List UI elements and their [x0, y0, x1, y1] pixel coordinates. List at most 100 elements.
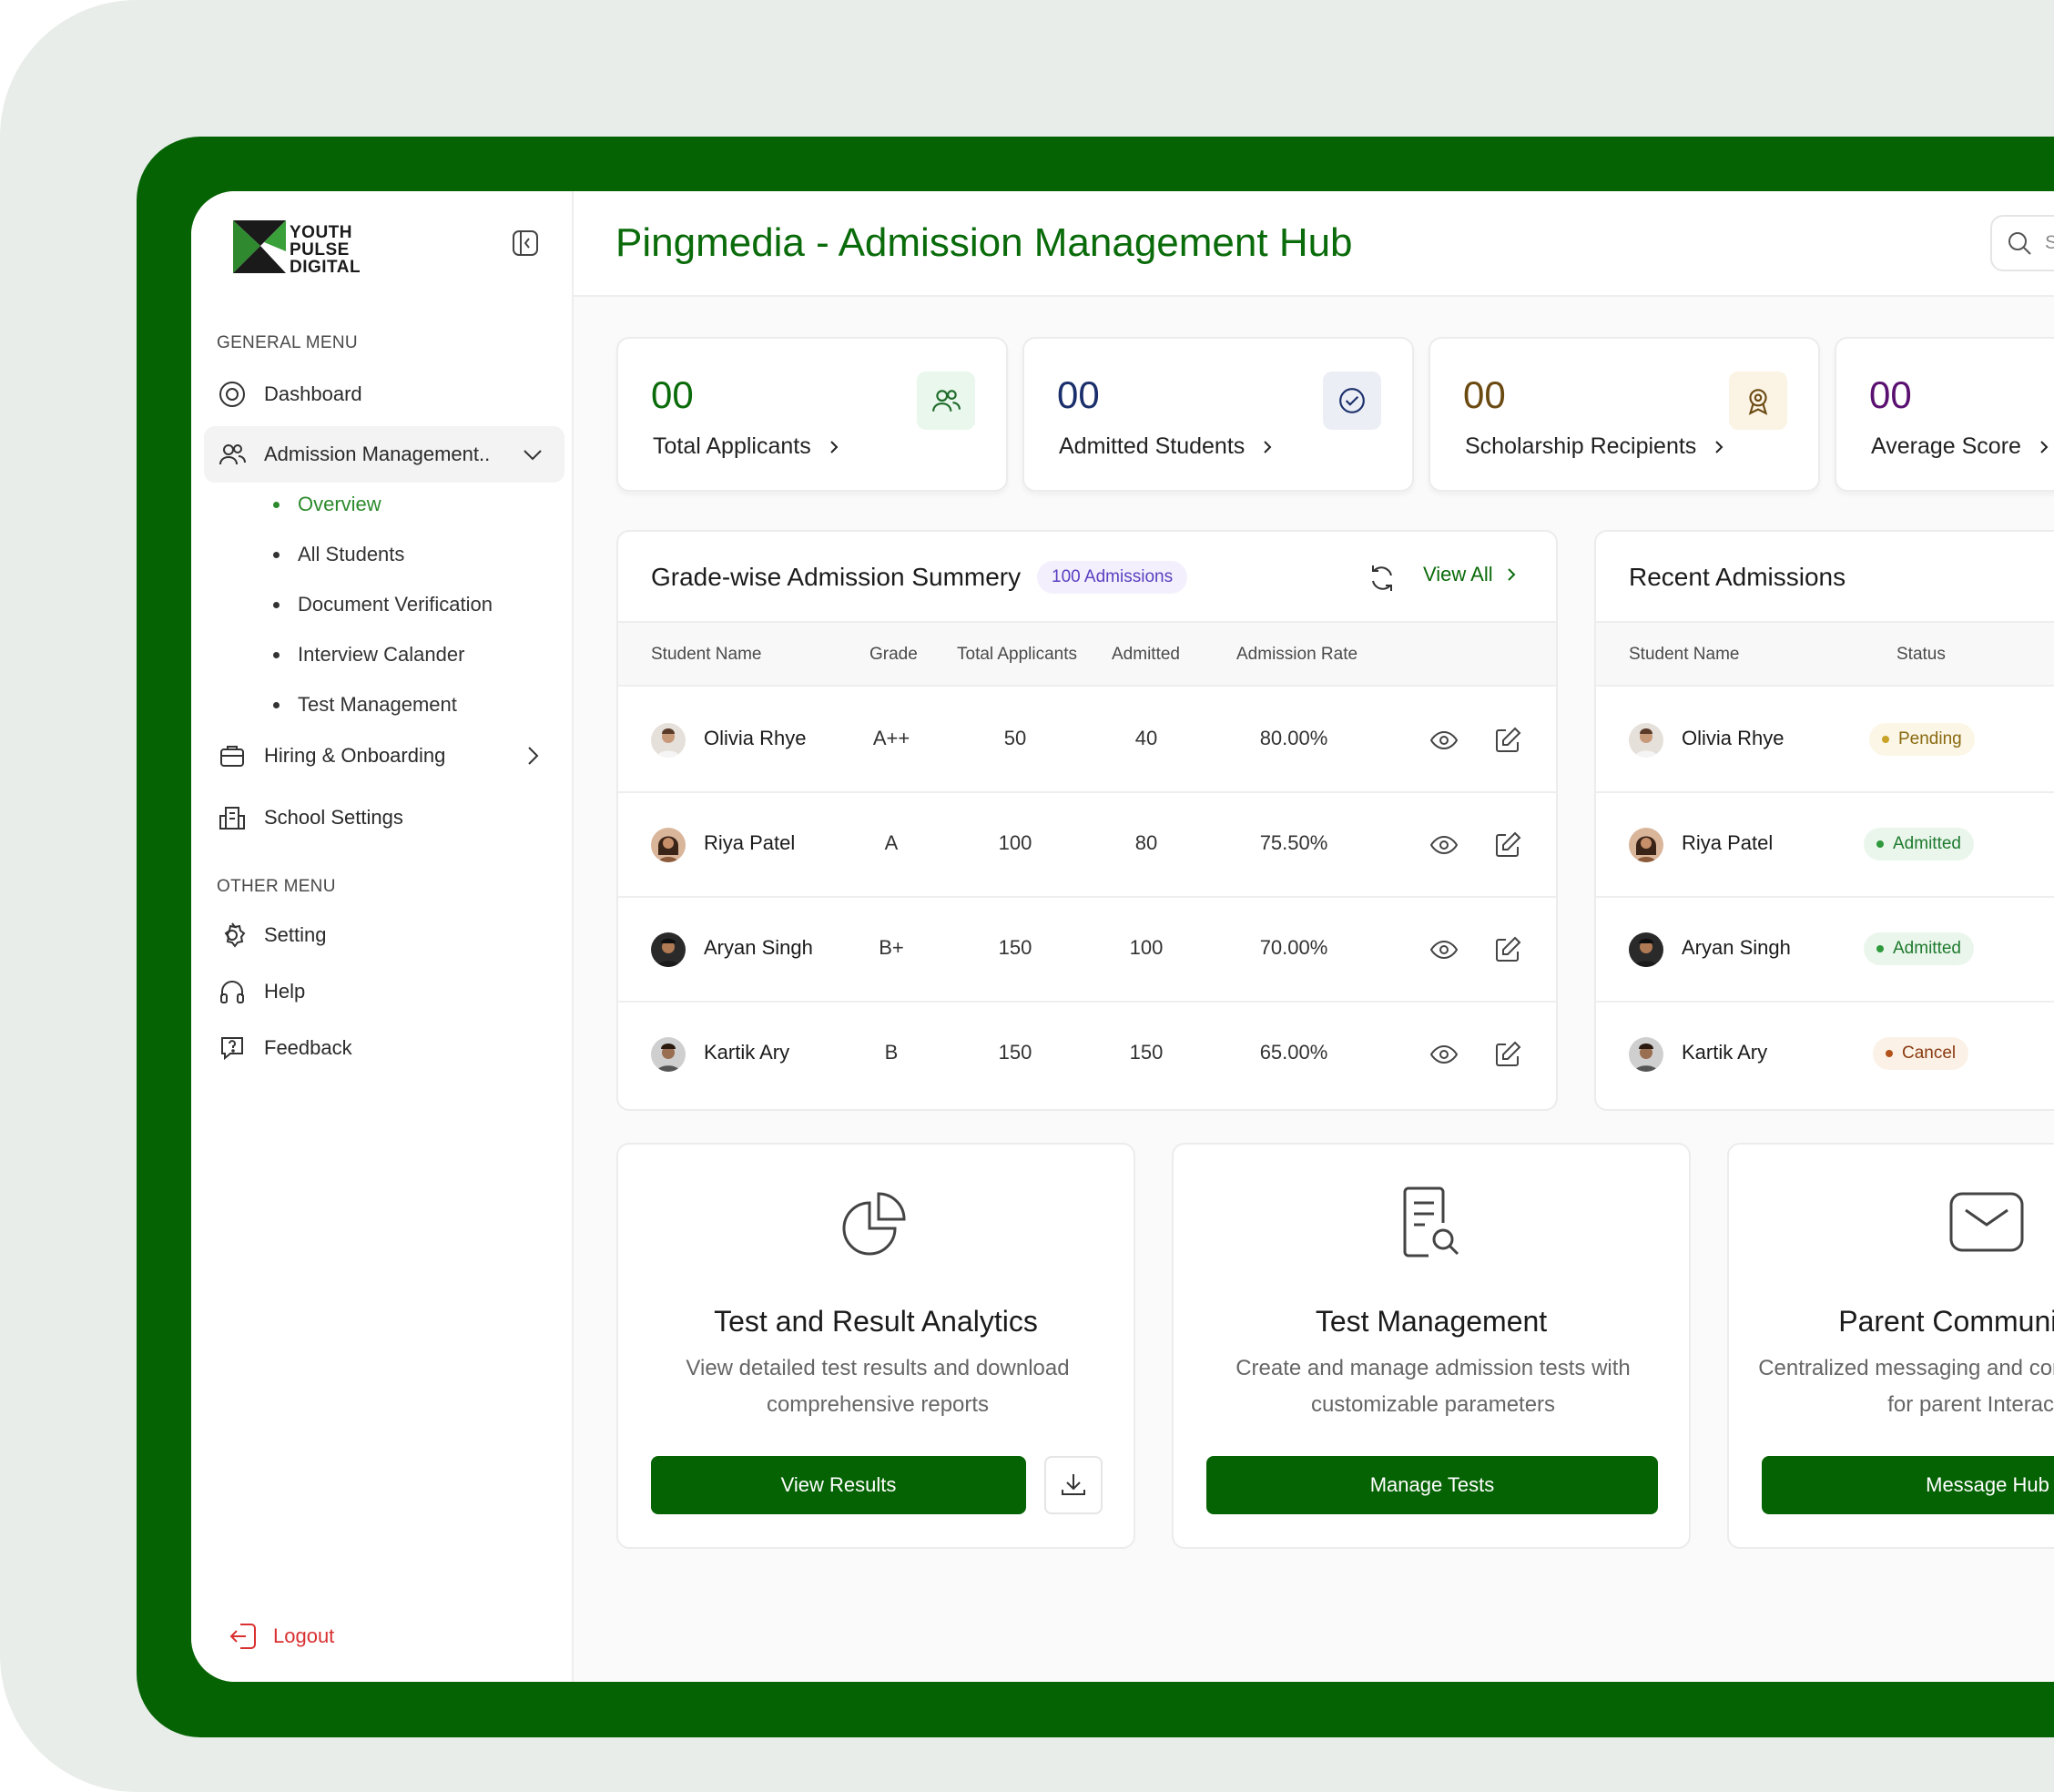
eye-icon[interactable]: [1427, 1037, 1461, 1072]
status-badge: Admitted: [1864, 932, 1974, 965]
sidebar-item-admission-management[interactable]: Admission Management..: [204, 426, 564, 483]
chevron-right-icon: [1507, 568, 1516, 581]
eye-icon[interactable]: [1427, 828, 1461, 862]
student-name: Riya Patel: [704, 831, 796, 854]
sidebar-item-label: Setting: [264, 923, 327, 946]
stat-card-admitted-students[interactable]: 00 Admitted Students: [1022, 337, 1414, 492]
sidebar-item-feedback[interactable]: Feedback: [204, 1020, 564, 1076]
table-row[interactable]: Olivia Rhye Pending: [1596, 688, 2054, 793]
stat-card-total-applicants[interactable]: 00 Total Applicants: [616, 337, 1008, 492]
feedback-icon: [217, 1033, 248, 1064]
student-name: Kartik Ary: [704, 1041, 790, 1064]
sidebar-item-dashboard[interactable]: Dashboard: [204, 366, 564, 423]
search-box[interactable]: [1990, 215, 2054, 271]
status-badge: Pending: [1869, 723, 1975, 756]
sidebar-item-label: Help: [264, 980, 306, 1003]
refresh-icon[interactable]: [1367, 563, 1398, 594]
sidebar-collapse-icon[interactable]: [512, 229, 539, 257]
sidebar-item-label: Dashboard: [264, 382, 362, 405]
table-row[interactable]: Kartik Ary Cancel: [1596, 1003, 2054, 1107]
rate-cell: 65.00%: [1259, 1041, 1328, 1064]
sidebar-item-help[interactable]: Help: [204, 963, 564, 1020]
total-cell: 100: [998, 831, 1032, 854]
brand-logo[interactable]: YOUTH PULSE DIGITAL: [233, 219, 370, 277]
student-name: Kartik Ary: [1682, 1041, 1768, 1064]
manage-tests-button[interactable]: Manage Tests: [1206, 1456, 1658, 1514]
stat-label: Admitted Students: [1059, 433, 1276, 460]
avatar: [1629, 723, 1663, 758]
stat-card-average-score[interactable]: 00 Average Score: [1835, 337, 2054, 492]
admitted-cell: 40: [1134, 727, 1158, 749]
feature-card-test-management: Test Management Create and manage admiss…: [1172, 1143, 1691, 1549]
chevron-right-icon: [1264, 440, 1272, 453]
mail-icon: [1949, 1192, 2024, 1252]
briefcase-icon: [217, 740, 248, 771]
logo-mark-icon: [233, 220, 286, 273]
stat-value: 00: [1869, 373, 1912, 416]
sidebar-subitem-interview-calander[interactable]: Interview Calander: [273, 636, 464, 673]
panel-title: Grade-wise Admission Summery: [651, 563, 1022, 591]
column-header: Student Name: [1629, 645, 1740, 664]
avatar: [1629, 828, 1663, 862]
edit-icon[interactable]: [1490, 1037, 1525, 1072]
column-header: Admitted: [1112, 645, 1180, 664]
table-row[interactable]: Olivia Rhye A++ 50 40 80.00%: [618, 688, 1556, 793]
table-row[interactable]: Riya Patel Admitted: [1596, 793, 2054, 898]
chevron-down-icon[interactable]: [521, 443, 544, 466]
edit-icon[interactable]: [1490, 723, 1525, 758]
admitted-cell: 80: [1134, 831, 1158, 854]
table-row[interactable]: Riya Patel A 100 80 75.50%: [618, 793, 1556, 898]
feature-description: Create and manage admission tests with c…: [1235, 1356, 1631, 1417]
gear-icon: [217, 920, 248, 951]
sidebar-subitem-test-management[interactable]: Test Management: [273, 687, 457, 723]
eye-icon[interactable]: [1427, 723, 1461, 758]
admissions-count-badge: 100 Admissions: [1037, 561, 1188, 594]
student-name: Riya Patel: [1682, 831, 1774, 854]
award-icon: [1729, 372, 1787, 430]
sidebar-item-hiring-onboarding[interactable]: Hiring & Onboarding: [204, 728, 564, 784]
users-icon: [917, 372, 975, 430]
table-row[interactable]: Aryan Singh B+ 150 100 70.00%: [618, 898, 1556, 1003]
table-row[interactable]: Aryan Singh Admitted: [1596, 898, 2054, 1003]
view-results-button[interactable]: View Results: [651, 1456, 1026, 1514]
stat-label: Total Applicants: [653, 433, 842, 460]
feature-card-parent-communication: Parent Communication Centralized messagi…: [1727, 1143, 2054, 1549]
column-header: Grade: [869, 645, 918, 664]
student-name: Olivia Rhye: [1682, 727, 1785, 749]
sidebar-subitem-overview[interactable]: Overview: [273, 486, 381, 523]
search-icon: [2008, 232, 2031, 255]
feature-title: Parent Communication: [1838, 1305, 2054, 1338]
admitted-cell: 100: [1129, 936, 1164, 959]
eye-icon[interactable]: [1427, 932, 1461, 967]
table-row[interactable]: Kartik Ary B 150 150 65.00%: [618, 1003, 1556, 1107]
view-all-link[interactable]: View All: [1423, 563, 1520, 586]
sidebar: YOUTH PULSE DIGITAL GENERAL MENU Dashboa…: [191, 191, 574, 1682]
chevron-right-icon: [830, 440, 839, 453]
search-input[interactable]: [2045, 232, 2054, 254]
download-button[interactable]: [1044, 1456, 1103, 1514]
headphones-icon: [217, 976, 248, 1007]
pie-chart-icon: [842, 1192, 906, 1256]
sidebar-subitem-all-students[interactable]: All Students: [273, 536, 404, 573]
avatar: [651, 932, 686, 967]
status-badge: Cancel: [1873, 1037, 1969, 1070]
download-icon: [1062, 1474, 1085, 1495]
edit-icon[interactable]: [1490, 828, 1525, 862]
rate-cell: 75.50%: [1259, 831, 1328, 854]
column-header: Admission Rate: [1236, 645, 1358, 664]
sidebar-subitem-document-verification[interactable]: Document Verification: [273, 586, 493, 623]
feature-card-test-analytics: Test and Result Analytics View detailed …: [616, 1143, 1135, 1549]
edit-icon[interactable]: [1490, 932, 1525, 967]
chevron-right-icon[interactable]: [521, 744, 544, 768]
sidebar-item-school-settings[interactable]: School Settings: [204, 789, 564, 846]
sidebar-item-label: School Settings: [264, 806, 403, 829]
other-menu-heading: OTHER MENU: [217, 877, 336, 896]
logout-button[interactable]: Logout: [228, 1621, 334, 1652]
student-name: Aryan Singh: [1682, 936, 1791, 959]
logout-label: Logout: [273, 1624, 335, 1647]
column-header: Status: [1896, 645, 1946, 664]
page-title: Pingmedia - Admission Management Hub: [615, 220, 1353, 265]
stat-card-scholarship-recipients[interactable]: 00 Scholarship Recipients: [1429, 337, 1820, 492]
sidebar-item-setting[interactable]: Setting: [204, 907, 564, 963]
message-hub-button[interactable]: Message Hub: [1762, 1456, 2054, 1514]
